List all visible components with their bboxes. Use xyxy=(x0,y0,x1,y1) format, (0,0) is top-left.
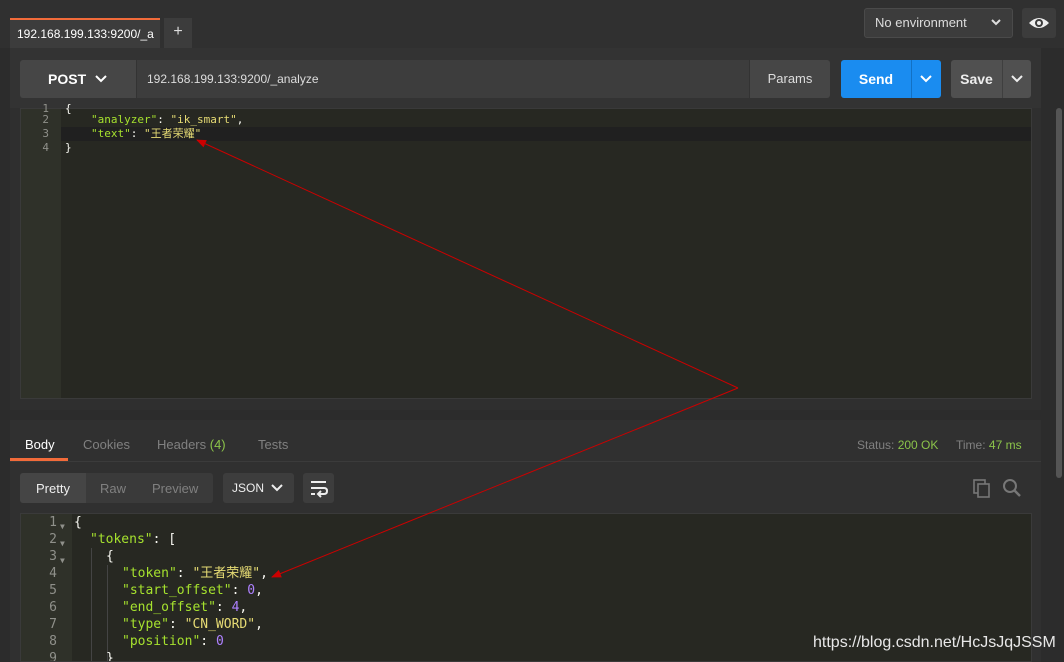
method-select[interactable]: POST xyxy=(20,60,136,98)
send-options-button[interactable] xyxy=(911,60,941,98)
status-readout: Status: 200 OK xyxy=(857,438,938,452)
line-number: 2 xyxy=(42,113,49,126)
status-label: Status: xyxy=(857,438,895,452)
line-number: 7 xyxy=(49,617,57,632)
format-pretty-button[interactable]: Pretty xyxy=(36,481,70,496)
code-line: { xyxy=(106,549,114,564)
new-tab-button[interactable]: + xyxy=(164,18,192,48)
line-number: 3 xyxy=(42,127,49,140)
environment-quick-look-button[interactable] xyxy=(1022,8,1056,38)
wrap-lines-button[interactable] xyxy=(303,473,334,503)
code-line: "end_offset": 4, xyxy=(122,600,248,615)
chevron-down-icon xyxy=(920,75,932,83)
vertical-scrollbar-thumb[interactable] xyxy=(1056,108,1062,478)
line-number: 6 xyxy=(49,600,57,615)
tab-cookies[interactable]: Cookies xyxy=(83,437,130,452)
line-number: 3 xyxy=(49,549,57,564)
line-number: 4 xyxy=(49,566,57,581)
line-number: 4 xyxy=(42,141,49,154)
fold-arrow-icon[interactable]: ▼ xyxy=(60,552,65,569)
wrap-icon xyxy=(311,481,329,498)
tab-body[interactable]: Body xyxy=(25,437,55,452)
method-label: POST xyxy=(48,71,87,87)
code-line: "type": "CN_WORD", xyxy=(122,617,263,632)
environment-label: No environment xyxy=(875,15,967,30)
code-line: "position": 0 xyxy=(122,634,224,649)
fold-arrow-icon[interactable]: ▼ xyxy=(60,535,65,552)
code-line: "token": "王者荣耀", xyxy=(122,566,268,581)
line-number: 8 xyxy=(49,634,57,649)
save-button[interactable]: Save xyxy=(951,60,1002,98)
chevron-down-icon xyxy=(271,484,283,492)
eye-icon xyxy=(1029,18,1049,28)
request-tab[interactable]: 192.168.199.133:9200/_a xyxy=(10,18,160,48)
environment-select[interactable]: No environment xyxy=(864,8,1013,38)
chevron-down-icon xyxy=(95,75,107,83)
code-line: } xyxy=(65,141,72,154)
url-input[interactable]: 192.168.199.133:9200/_analyze xyxy=(137,60,749,98)
request-body-editor[interactable]: 1 { 2 "analyzer": "ik_smart", 3 "text": … xyxy=(20,102,1032,399)
chevron-down-icon xyxy=(1011,75,1023,83)
line-number: 5 xyxy=(49,583,57,598)
code-line: "analyzer": "ik_smart", xyxy=(91,113,244,126)
copy-icon xyxy=(973,479,990,498)
active-line-highlight xyxy=(61,127,1031,141)
search-icon xyxy=(1003,479,1021,497)
format-preview-button[interactable]: Preview xyxy=(152,481,198,496)
code-line: "start_offset": 0, xyxy=(122,583,263,598)
watermark: https://blog.csdn.net/HcJsJqJSSM xyxy=(813,634,1056,651)
tab-divider xyxy=(10,461,1041,462)
format-raw-button[interactable]: Raw xyxy=(100,481,126,496)
line-number: 9 xyxy=(49,651,57,662)
code-line: { xyxy=(74,515,82,530)
send-button[interactable]: Send xyxy=(841,60,911,98)
tab-headers-label: Headers xyxy=(157,437,207,452)
tab-tests[interactable]: Tests xyxy=(258,437,288,452)
language-label: JSON xyxy=(232,481,265,495)
time-label: Time: xyxy=(956,438,986,452)
headers-count-badge: (4) xyxy=(206,437,226,452)
code-line: } xyxy=(106,651,114,662)
language-select[interactable]: JSON xyxy=(223,473,294,503)
params-button[interactable]: Params xyxy=(750,60,830,98)
fold-arrow-icon[interactable]: ▼ xyxy=(60,518,65,535)
tab-headers[interactable]: Headers (4) xyxy=(157,437,226,452)
code-line: "tokens": [ xyxy=(90,532,177,547)
search-button[interactable] xyxy=(1002,478,1022,498)
status-value: 200 OK xyxy=(897,438,939,452)
chevron-down-icon xyxy=(990,9,1002,47)
time-readout: Time: 47 ms xyxy=(956,438,1022,452)
code-line: "text": "王者荣耀" xyxy=(91,127,202,140)
line-number: 2 xyxy=(49,532,57,547)
line-number: 1 xyxy=(49,515,57,530)
save-options-button[interactable] xyxy=(1002,60,1031,98)
copy-button[interactable] xyxy=(972,478,992,498)
time-value: 47 ms xyxy=(988,438,1022,452)
